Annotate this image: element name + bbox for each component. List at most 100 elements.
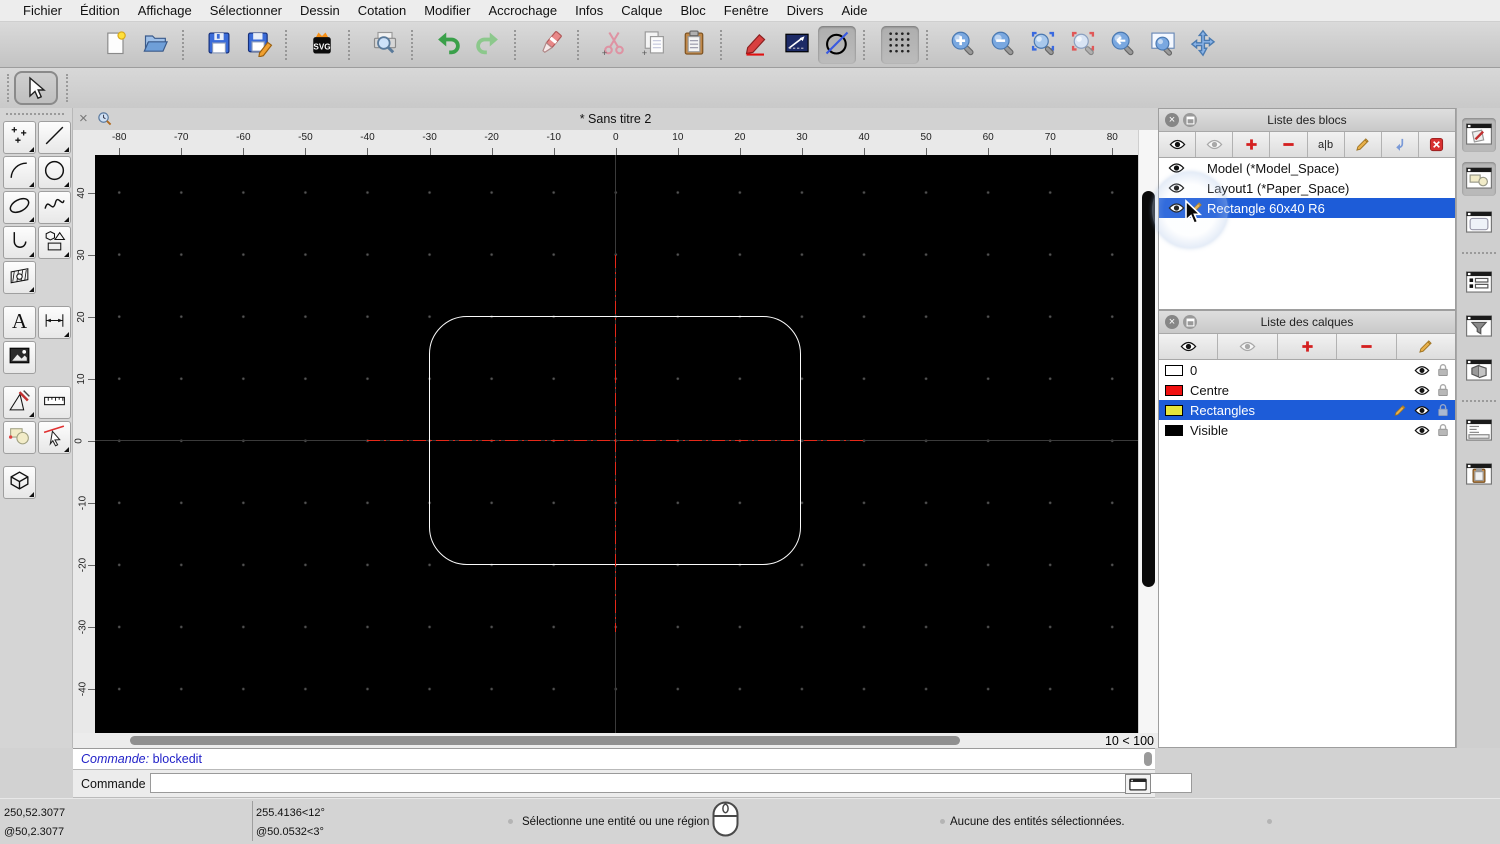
- block-edit-dock-button[interactable]: [1461, 118, 1496, 152]
- delete-button[interactable]: [532, 26, 570, 64]
- minus-button[interactable]: [1270, 132, 1308, 157]
- eye-gray-button[interactable]: [1218, 334, 1278, 359]
- block-row[interactable]: Model (*Model_Space): [1159, 158, 1455, 178]
- layer-row[interactable]: Rectangles: [1159, 400, 1455, 420]
- eye-icon[interactable]: [1411, 364, 1433, 377]
- menu-item-affichage[interactable]: Affichage: [129, 3, 201, 18]
- select-entity-tool-button[interactable]: [38, 421, 71, 454]
- menu-item-dessin[interactable]: Dessin: [291, 3, 349, 18]
- command-dock-button[interactable]: [1462, 414, 1496, 448]
- eye-icon[interactable]: [1165, 181, 1187, 195]
- cut-button[interactable]: +: [595, 26, 633, 64]
- eye-gray-button[interactable]: [1196, 132, 1234, 157]
- eye-icon[interactable]: [1165, 201, 1187, 215]
- zoom-in-button[interactable]: [944, 26, 982, 64]
- menu-item-edition[interactable]: Édition: [71, 3, 129, 18]
- zoom-pan-button[interactable]: [1184, 26, 1222, 64]
- zoom-previous-button[interactable]: [1064, 26, 1102, 64]
- keyboard-toggle-button[interactable]: [1125, 774, 1151, 794]
- select-tool-button[interactable]: [14, 71, 58, 105]
- filter-dock-button[interactable]: [1462, 310, 1496, 344]
- menu-item-divers[interactable]: Divers: [778, 3, 833, 18]
- modify-tool-button[interactable]: [3, 386, 36, 419]
- zoom-window-button[interactable]: [1144, 26, 1182, 64]
- insert-block-button[interactable]: [1382, 132, 1419, 157]
- zoom-auto-button[interactable]: [1024, 26, 1062, 64]
- horizontal-scrollbar[interactable]: [73, 733, 1158, 748]
- library-dock-button[interactable]: [1461, 162, 1496, 196]
- menu-item-selectionner[interactable]: Sélectionner: [201, 3, 291, 18]
- horizontal-scrollbar-thumb[interactable]: [130, 736, 960, 745]
- block-row[interactable]: Rectangle 60x40 R6: [1159, 198, 1455, 218]
- new-document-button[interactable]: [97, 26, 135, 64]
- print-preview-button[interactable]: [366, 26, 404, 64]
- delete-block-button[interactable]: [1419, 132, 1455, 157]
- lock-icon[interactable]: [1433, 423, 1453, 437]
- menu-item-fichier[interactable]: Fichier: [14, 3, 71, 18]
- block-row[interactable]: Layout1 (*Paper_Space): [1159, 178, 1455, 198]
- menu-item-infos[interactable]: Infos: [566, 3, 612, 18]
- polygon-tool-button[interactable]: [38, 226, 71, 259]
- plus-button[interactable]: [1278, 334, 1338, 359]
- minus-button[interactable]: [1337, 334, 1397, 359]
- lock-icon[interactable]: [1433, 403, 1453, 417]
- spline-tool-button[interactable]: [38, 191, 71, 224]
- solid-tool-button[interactable]: [3, 466, 36, 499]
- eye-icon[interactable]: [1411, 384, 1433, 397]
- clipboard-dock-button[interactable]: [1462, 458, 1496, 492]
- eye-button[interactable]: [1159, 334, 1219, 359]
- redo-button[interactable]: [469, 26, 507, 64]
- arc-tool-button[interactable]: [3, 156, 36, 189]
- menu-item-aide[interactable]: Aide: [832, 3, 876, 18]
- menu-item-calque[interactable]: Calque: [612, 3, 671, 18]
- layer-list-dock-button[interactable]: [1462, 266, 1496, 300]
- isometric-grid-button[interactable]: [818, 25, 856, 64]
- drawing-canvas[interactable]: [95, 155, 1138, 733]
- material-dock-button[interactable]: [1462, 354, 1496, 388]
- point-tool-button[interactable]: [3, 121, 36, 154]
- command-history-scrollbar[interactable]: [1144, 752, 1152, 766]
- measure-tool-button[interactable]: [38, 386, 71, 419]
- draw-order-button[interactable]: [738, 26, 776, 64]
- menu-item-cotation[interactable]: Cotation: [349, 3, 415, 18]
- layer-row[interactable]: Visible: [1159, 420, 1455, 440]
- line-tool-button[interactable]: [38, 121, 71, 154]
- grid-button[interactable]: [881, 25, 919, 64]
- eye-icon[interactable]: [1165, 161, 1187, 175]
- ellipse-tool-button[interactable]: [3, 191, 36, 224]
- undo-button[interactable]: [429, 26, 467, 64]
- layer-row[interactable]: Centre: [1159, 380, 1455, 400]
- save-as-button[interactable]: [240, 26, 278, 64]
- menu-item-modifier[interactable]: Modifier: [415, 3, 479, 18]
- vertical-scrollbar-thumb[interactable]: [1142, 191, 1155, 587]
- rename-button[interactable]: a|b: [1308, 132, 1345, 157]
- polyline-tool-button[interactable]: [3, 226, 36, 259]
- circle-tool-button[interactable]: [38, 156, 71, 189]
- zoom-redraw-button[interactable]: [1104, 26, 1142, 64]
- plus-button[interactable]: [1233, 132, 1271, 157]
- pencil-button[interactable]: [1345, 132, 1382, 157]
- save-button[interactable]: [200, 26, 238, 64]
- text-tool-button[interactable]: A: [3, 306, 36, 339]
- menu-item-fenetre[interactable]: Fenêtre: [715, 3, 778, 18]
- eye-button[interactable]: [1159, 132, 1197, 157]
- hatch-tool-button[interactable]: [3, 261, 36, 294]
- frame-dock-button[interactable]: [1462, 206, 1496, 240]
- layer-row[interactable]: 0: [1159, 360, 1455, 380]
- pencil-button[interactable]: [1397, 334, 1455, 359]
- svg-export-button[interactable]: SVG: [303, 26, 341, 64]
- dimension-tool-button[interactable]: [38, 306, 71, 339]
- vertical-scrollbar[interactable]: [1138, 130, 1158, 733]
- order-tool-button[interactable]: [3, 421, 36, 454]
- line-angle-button[interactable]: [778, 26, 816, 64]
- copy-button[interactable]: +: [635, 26, 673, 64]
- menu-item-accrochage[interactable]: Accrochage: [479, 3, 566, 18]
- paste-button[interactable]: [675, 26, 713, 64]
- image-tool-button[interactable]: [3, 341, 36, 374]
- open-folder-button[interactable]: [137, 26, 175, 64]
- zoom-out-button[interactable]: [984, 26, 1022, 64]
- eye-icon[interactable]: [1411, 404, 1433, 417]
- command-input[interactable]: [150, 773, 1192, 793]
- eye-icon[interactable]: [1411, 424, 1433, 437]
- menu-item-bloc[interactable]: Bloc: [671, 3, 714, 18]
